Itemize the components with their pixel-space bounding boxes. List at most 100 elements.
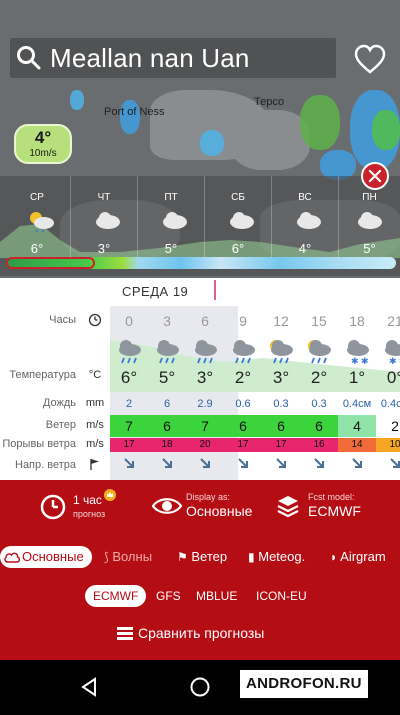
display-label: Display as: — [186, 492, 231, 502]
day-temp: 4° — [298, 241, 312, 256]
hour-label: 3 — [163, 313, 171, 329]
model-gfs[interactable]: GFS — [156, 585, 181, 607]
flag-icon — [90, 459, 99, 470]
temp-value: 2° — [310, 368, 328, 387]
wind-direction-arrow-icon — [262, 456, 300, 474]
day-column[interactable]: ЧТ 3° — [71, 176, 138, 258]
wind-direction-arrow-icon — [186, 456, 224, 474]
wave-icon: ⟆ — [104, 550, 109, 564]
cloud-icon — [230, 212, 254, 229]
map-land — [230, 110, 310, 170]
wind-value: 6 — [262, 415, 300, 437]
airgram-icon: ◗ — [330, 550, 338, 564]
model-mblue[interactable]: MBLUE — [196, 585, 237, 607]
control-panel: 1 час прогноз Display as: Основные Fcst … — [0, 480, 400, 660]
model-icon-eu[interactable]: ICON-EU — [256, 585, 307, 607]
wind-value: 2 — [376, 415, 400, 437]
cloud-rain-icon — [186, 336, 224, 366]
rain-value: 0.3 — [311, 398, 327, 410]
timeline-selection[interactable] — [6, 257, 95, 269]
model-value[interactable]: ECMWF — [308, 503, 361, 519]
rain-value: 0.6 — [235, 398, 251, 410]
unit-temperature: °C — [88, 369, 102, 381]
bar-chart-icon: ▮ — [248, 550, 255, 564]
day-column[interactable]: СР 6° — [4, 176, 71, 258]
radar-patch — [200, 130, 224, 156]
radar-patch — [300, 95, 340, 150]
svg-text:✱ ✱: ✱ ✱ — [389, 356, 400, 366]
tab-airgram-label: Airgram — [340, 549, 386, 564]
hour-label: 0 — [125, 313, 133, 329]
wind-value: 6 — [300, 415, 338, 437]
cloud-icon — [4, 552, 20, 563]
temp-value: 3° — [196, 368, 214, 387]
wind-value: 7 — [186, 415, 224, 437]
wind-direction-arrow-icon — [148, 456, 186, 474]
cloud-icon — [163, 212, 187, 229]
wind-direction-arrow-icon — [224, 456, 262, 474]
day-title: СРЕДА 19 — [122, 284, 189, 299]
temp-value: 6° — [120, 368, 138, 387]
hour-label: 6 — [201, 313, 209, 329]
day-temp: 5° — [164, 241, 178, 256]
row-label-hours: Часы — [49, 314, 76, 326]
gust-value: 18 — [148, 438, 186, 452]
day-column[interactable]: СБ 6° — [205, 176, 272, 258]
current-wind: 10m/s — [29, 148, 57, 159]
sun-cloud-rain-icon — [30, 212, 54, 232]
tab-airgram[interactable]: ◗ Airgram — [330, 546, 386, 568]
tab-waves[interactable]: ⟆ Волны — [104, 546, 152, 568]
clock-icon — [88, 313, 102, 327]
compare-list-icon — [117, 627, 133, 640]
temp-value: 2° — [234, 368, 252, 387]
day-column[interactable]: ПН 5° — [339, 176, 400, 258]
cloud-icon — [297, 212, 321, 229]
back-icon[interactable] — [78, 676, 100, 698]
windsock-icon: ⚑ — [177, 550, 188, 564]
tab-meteogram[interactable]: ▮ Meteog. — [248, 546, 305, 568]
location-name[interactable]: Meallan nan Uan — [50, 43, 250, 74]
wind-value: 6 — [148, 415, 186, 437]
cloud-icon — [358, 212, 382, 229]
sun-cloud-rain-icon — [262, 336, 300, 366]
wind-value: 6 — [224, 415, 262, 437]
tab-meteogram-label: Meteog. — [258, 549, 306, 564]
gust-value: 17 — [110, 438, 148, 452]
wind-direction-arrow-icon — [110, 456, 148, 474]
day-temp: 6° — [231, 241, 245, 256]
day-column[interactable]: ПТ 5° — [138, 176, 205, 258]
current-weather-bubble[interactable]: 4° 10m/s — [14, 124, 72, 164]
layers-icon[interactable] — [276, 494, 300, 518]
forecast-table[interactable]: СРЕДА 19 Часы Температура °C Дождь mm Ве… — [0, 278, 400, 480]
eye-icon[interactable] — [152, 495, 182, 517]
compare-forecasts-button[interactable]: Сравнить прогнозы — [138, 625, 264, 641]
cloud-rain-icon — [110, 336, 148, 366]
cloud-snow-icon: ✱ ✱ — [376, 336, 400, 366]
clock-icon[interactable] — [40, 494, 66, 520]
rain-value: 6 — [163, 398, 171, 410]
step-value[interactable]: 1 час — [73, 493, 102, 507]
row-label-rain: Дождь — [42, 397, 76, 409]
wind-direction-arrow-icon — [376, 456, 400, 474]
temp-value: 5° — [158, 368, 176, 387]
model-label: Fcst model: — [308, 492, 355, 502]
day-name: СБ — [231, 192, 245, 203]
day-temp: 5° — [363, 241, 376, 256]
tab-waves-label: Волны — [112, 549, 153, 564]
day-column[interactable]: ВС 4° — [272, 176, 339, 258]
search-icon — [17, 46, 41, 70]
tab-wind[interactable]: ⚑ Ветер — [177, 546, 227, 568]
hour-label: 21 — [387, 313, 400, 329]
favorite-heart-icon[interactable] — [354, 44, 386, 76]
model-ecmwf[interactable]: ECMWF — [85, 585, 147, 607]
map-label-terso: Терсо — [254, 96, 285, 108]
wind-direction-arrow-icon — [300, 456, 338, 474]
map-label-port-of-ness: Port of Ness — [104, 106, 165, 118]
row-label-direction: Напр. ветра — [15, 459, 76, 471]
search-bar[interactable]: Meallan nan Uan — [10, 38, 336, 78]
rain-value: 0.4см — [342, 398, 372, 410]
display-value[interactable]: Основные — [186, 503, 252, 519]
cloud-snow-icon: ✱ ✱ — [338, 336, 376, 366]
home-icon[interactable] — [189, 676, 211, 698]
radar-patch — [70, 90, 84, 110]
